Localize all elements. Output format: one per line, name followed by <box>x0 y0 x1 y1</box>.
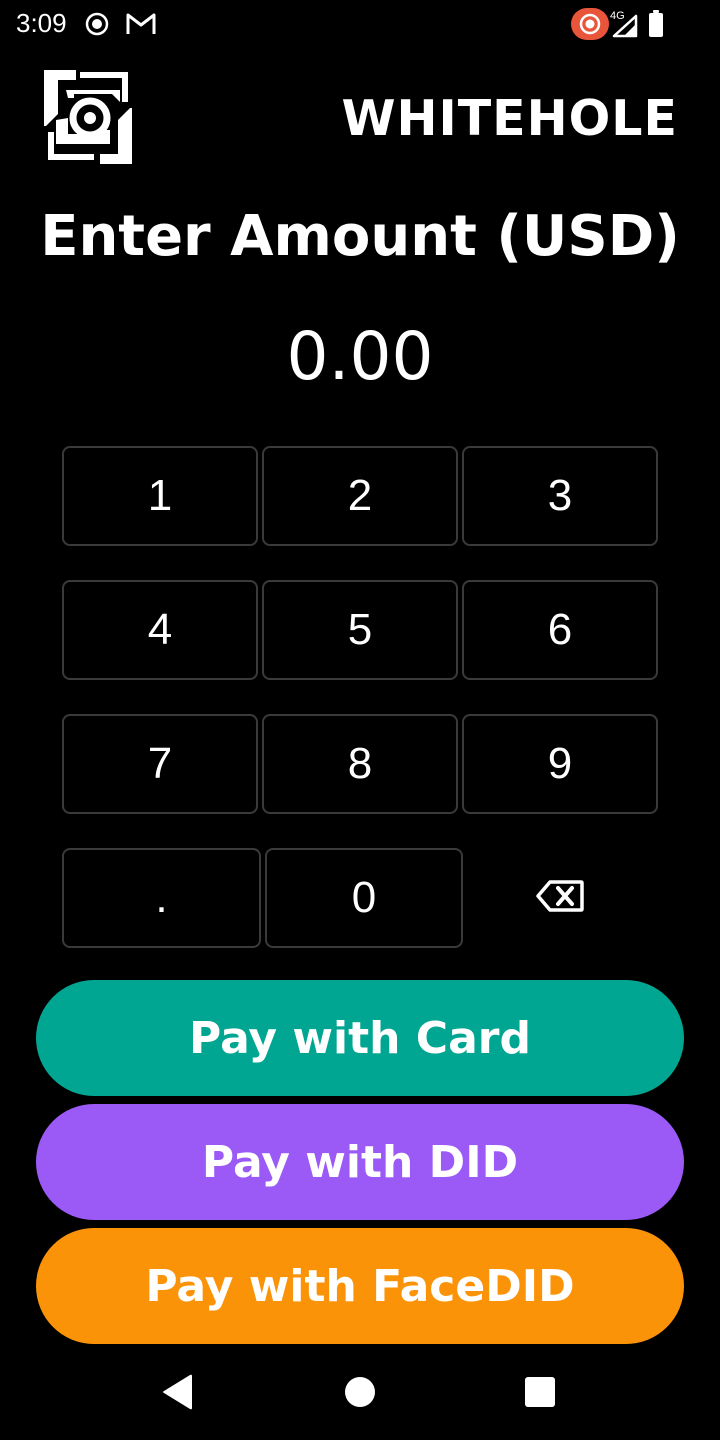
backspace-icon <box>536 880 584 916</box>
signal-icon <box>612 14 638 42</box>
status-time: 3:09 <box>16 8 67 38</box>
amount-display: 0.00 <box>286 318 434 395</box>
key-7[interactable]: 7 <box>62 714 258 814</box>
key-6[interactable]: 6 <box>462 580 658 680</box>
key-3[interactable]: 3 <box>462 446 658 546</box>
whitehole-logo-icon <box>42 68 134 166</box>
key-9[interactable]: 9 <box>462 714 658 814</box>
key-8[interactable]: 8 <box>262 714 458 814</box>
status-bar: 3:09 4G <box>0 0 720 48</box>
home-icon[interactable] <box>344 1376 376 1412</box>
battery-icon <box>648 10 664 42</box>
pay-with-facedid-button[interactable]: Pay with FaceDID <box>36 1228 684 1344</box>
payment-screen: 3:09 4G WHITEHOLE Enter Amount (USD) 0.0… <box>0 0 720 1440</box>
key-2[interactable]: 2 <box>262 446 458 546</box>
page-title: Enter Amount (USD) <box>40 204 680 269</box>
key-5[interactable]: 5 <box>262 580 458 680</box>
backspace-button[interactable] <box>462 848 658 948</box>
key-decimal[interactable]: . <box>62 848 261 948</box>
pay-with-did-button[interactable]: Pay with DID <box>36 1104 684 1220</box>
back-icon[interactable] <box>160 1372 194 1416</box>
brand-name: WHITEHOLE <box>341 90 678 147</box>
navigation-bar <box>0 1352 720 1440</box>
gmail-icon <box>125 11 157 41</box>
key-1[interactable]: 1 <box>62 446 258 546</box>
key-0[interactable]: 0 <box>265 848 463 948</box>
screen-record-icon <box>571 8 609 44</box>
recents-icon[interactable] <box>524 1376 556 1412</box>
pay-with-card-button[interactable]: Pay with Card <box>36 980 684 1096</box>
key-4[interactable]: 4 <box>62 580 258 680</box>
hotspot-icon <box>84 11 110 41</box>
